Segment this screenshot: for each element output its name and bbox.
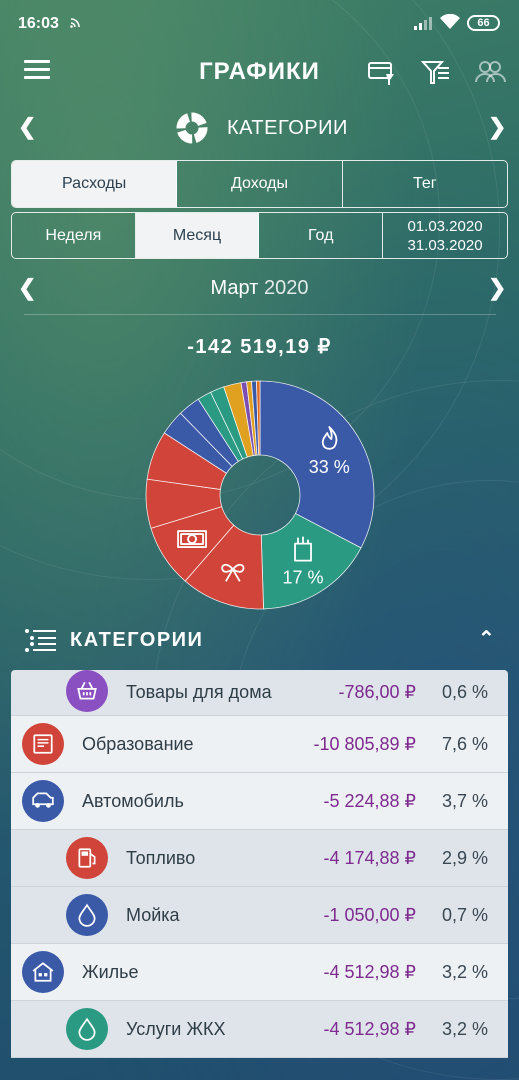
- category-amount: -5 224,88 ₽: [323, 791, 416, 811]
- tab-income[interactable]: Доходы: [177, 161, 343, 207]
- category-percent: 3,2 %: [441, 962, 488, 982]
- basket-icon: [66, 670, 108, 712]
- month-year: 2020: [263, 277, 309, 299]
- category-amount: -1 050,00 ₽: [323, 905, 416, 925]
- accounts-filter-icon[interactable]: [366, 56, 398, 88]
- category-percent: 2,9 %: [441, 848, 488, 868]
- chevron-right-icon[interactable]: ❯: [488, 114, 506, 140]
- cast-icon: [70, 18, 80, 28]
- category-percent: 0,6 %: [441, 682, 488, 702]
- list-icon: [25, 629, 56, 652]
- type-tabs: Расходы Доходы Тег: [11, 160, 508, 208]
- category-amount: -10 805,89 ₽: [313, 734, 416, 754]
- date-from: 01.03.2020: [407, 217, 483, 235]
- fuel-pump-icon: [66, 837, 108, 879]
- car-icon: [22, 780, 64, 822]
- users-icon[interactable]: [474, 56, 506, 88]
- date-to: 31.03.2020: [407, 236, 483, 254]
- category-list: Товары для дома -786,00 ₽ 0,6 % Образование…: [11, 670, 508, 1080]
- divider: [24, 314, 496, 315]
- category-row[interactable]: Товары для дома -786,00 ₽ 0,6 %: [11, 670, 508, 716]
- category-percent: 0,7 %: [441, 905, 488, 925]
- house-icon: [22, 951, 64, 993]
- chevron-up-icon[interactable]: ⌃: [478, 626, 495, 651]
- categories-title: КАТЕГОРИИ: [70, 629, 204, 651]
- water-drop-icon: [66, 894, 108, 936]
- period-tabs: Неделя Месяц Год 01.03.2020 31.03.2020: [11, 212, 508, 259]
- month-selector: ❮ Март 2020 ❯: [0, 270, 519, 306]
- category-amount: -4 512,98 ₽: [323, 962, 416, 982]
- category-amount: -4 174,88 ₽: [323, 848, 416, 868]
- category-name: Образование: [82, 734, 194, 754]
- category-name: Товары для дома: [126, 682, 272, 702]
- tab-week[interactable]: Неделя: [12, 213, 136, 258]
- month-label: Март 2020: [0, 277, 519, 300]
- category-amount: -4 512,98 ₽: [323, 1019, 416, 1039]
- next-month-icon[interactable]: ❯: [488, 275, 506, 301]
- category-name: Услуги ЖКХ: [126, 1019, 226, 1039]
- expenses-donut-chart[interactable]: 33 % 17 %: [145, 380, 375, 610]
- donut-chart-icon: [176, 112, 208, 144]
- category-row[interactable]: Услуги ЖКХ -4 512,98 ₽ 3,2 %: [11, 1001, 508, 1058]
- chart-slice-label-1: 17 %: [283, 568, 324, 588]
- chart-slice-label-0: 33 %: [309, 457, 350, 477]
- month-name: Март: [210, 277, 259, 299]
- wifi-icon: [440, 14, 460, 29]
- categories-header: КАТЕГОРИИ ⌃: [0, 622, 519, 662]
- category-percent: 3,7 %: [441, 791, 488, 811]
- filter-list-icon[interactable]: [420, 56, 452, 88]
- tab-expenses[interactable]: Расходы: [12, 161, 178, 207]
- report-type-selector: ❮ КАТЕГОРИИ ❯: [0, 106, 519, 150]
- category-name: Топливо: [126, 848, 196, 868]
- water-drop-icon: [66, 1008, 108, 1050]
- chevron-left-icon[interactable]: ❮: [18, 114, 36, 140]
- category-percent: 3,2 %: [441, 1019, 488, 1039]
- category-amount: -786,00 ₽: [338, 682, 416, 702]
- status-bar: 16:03 66: [0, 0, 519, 48]
- category-name: Автомобиль: [82, 791, 184, 811]
- certificate-icon: [22, 723, 64, 765]
- tab-year[interactable]: Год: [259, 213, 384, 258]
- category-row[interactable]: Автомобиль -5 224,88 ₽ 3,7 %: [11, 773, 508, 830]
- category-percent: 7,6 %: [441, 734, 488, 754]
- signal-icon: [414, 17, 432, 30]
- total-amount: -142 519,19 ₽: [187, 336, 332, 358]
- status-time: 16:03: [18, 15, 59, 32]
- battery-icon: 66: [467, 15, 500, 31]
- app-bar: ГРАФИКИ: [0, 48, 519, 96]
- category-row[interactable]: Образование -10 805,89 ₽ 7,6 %: [11, 716, 508, 773]
- tab-tag[interactable]: Тег: [343, 161, 507, 207]
- category-row[interactable]: Жилье -4 512,98 ₽ 3,2 %: [11, 944, 508, 1001]
- report-type-label: КАТЕГОРИИ: [227, 117, 348, 139]
- category-name: Жилье: [82, 962, 139, 982]
- category-name: Мойка: [126, 905, 180, 925]
- tab-month[interactable]: Месяц: [135, 213, 260, 258]
- category-row[interactable]: Топливо -4 174,88 ₽ 2,9 %: [11, 830, 508, 887]
- tab-custom-range[interactable]: 01.03.2020 31.03.2020: [383, 213, 507, 258]
- category-row[interactable]: Мойка -1 050,00 ₽ 0,7 %: [11, 887, 508, 944]
